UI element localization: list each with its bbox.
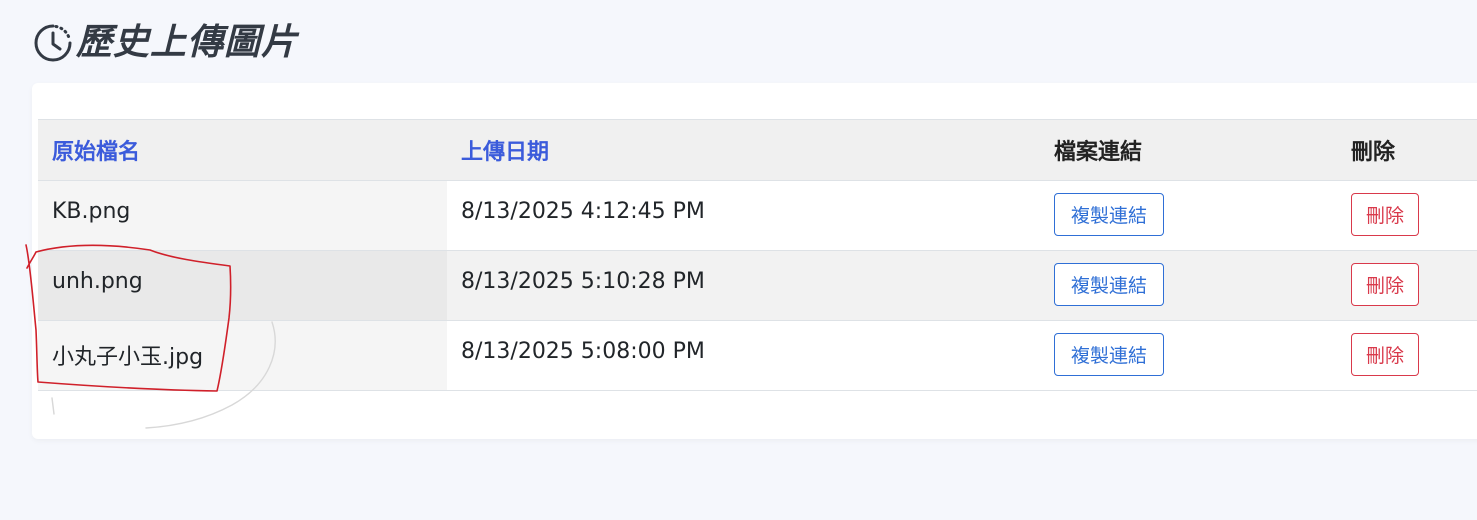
table-header-row: 原始檔名 上傳日期 檔案連結 刪除 bbox=[38, 119, 1477, 181]
copy-link-button[interactable]: 複製連結 bbox=[1054, 193, 1164, 236]
table-row: KB.png 8/13/2025 4:12:45 PM 複製連結 刪除 bbox=[38, 180, 1477, 251]
page-header: 歷史上傳圖片 bbox=[32, 18, 298, 68]
delete-cell: 刪除 bbox=[1337, 321, 1477, 391]
column-header-filename[interactable]: 原始檔名 bbox=[38, 120, 447, 181]
filename-cell: unh.png bbox=[38, 250, 447, 321]
history-clock-icon bbox=[32, 22, 74, 64]
copy-link-button[interactable]: 複製連結 bbox=[1054, 333, 1164, 376]
upload-history-table: 原始檔名 上傳日期 檔案連結 刪除 KB.png 8/13/2025 4:12:… bbox=[38, 119, 1477, 391]
column-header-delete: 刪除 bbox=[1351, 140, 1396, 165]
column-header-file-link: 檔案連結 bbox=[1054, 140, 1143, 165]
copy-link-button[interactable]: 複製連結 bbox=[1054, 263, 1164, 306]
delete-button[interactable]: 刪除 bbox=[1351, 193, 1419, 236]
table-row: 小丸子小玉.jpg 8/13/2025 5:08:00 PM 複製連結 刪除 bbox=[38, 320, 1477, 391]
upload-date-cell: 8/13/2025 5:10:28 PM bbox=[447, 250, 1040, 321]
filename-cell: KB.png bbox=[38, 180, 447, 251]
upload-date-cell: 8/13/2025 4:12:45 PM bbox=[461, 199, 705, 224]
delete-button[interactable]: 刪除 bbox=[1351, 333, 1419, 376]
file-link-cell: 複製連結 bbox=[1040, 321, 1337, 391]
upload-date-cell: 8/13/2025 5:08:00 PM bbox=[461, 339, 705, 364]
page-title: 歷史上傳圖片 bbox=[76, 22, 299, 63]
file-link-cell: 複製連結 bbox=[1040, 250, 1337, 321]
delete-cell: 刪除 bbox=[1337, 250, 1477, 321]
column-header-upload-date[interactable]: 上傳日期 bbox=[447, 120, 1040, 181]
delete-cell: 刪除 bbox=[1337, 181, 1477, 251]
filename-cell: 小丸子小玉.jpg bbox=[38, 320, 447, 391]
table-row: unh.png 8/13/2025 5:10:28 PM 複製連結 刪除 bbox=[38, 250, 1477, 321]
file-link-cell: 複製連結 bbox=[1040, 181, 1337, 251]
delete-button[interactable]: 刪除 bbox=[1351, 263, 1419, 306]
history-card: 原始檔名 上傳日期 檔案連結 刪除 KB.png 8/13/2025 4:12:… bbox=[32, 83, 1477, 439]
